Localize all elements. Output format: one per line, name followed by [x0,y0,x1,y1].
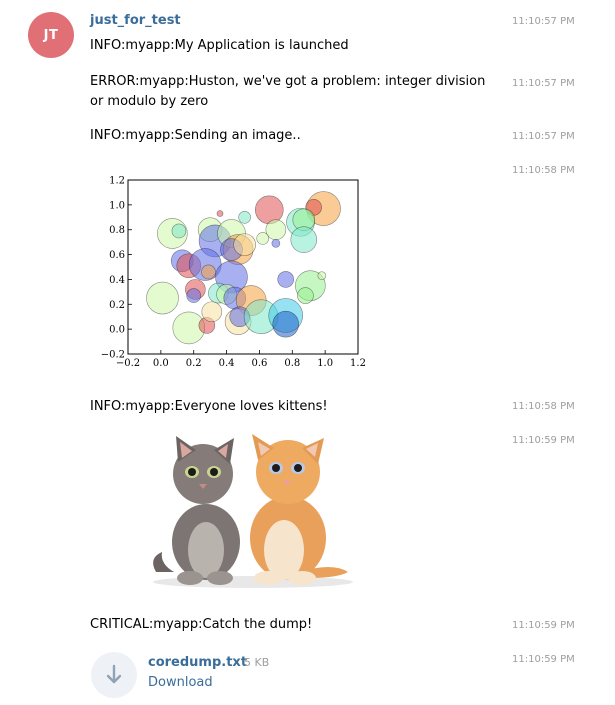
x-tick-label: 0.0 [153,358,169,369]
message-text: INFO:myapp:Sending an image.. [90,128,301,143]
data-point [290,226,318,253]
data-point [233,233,256,256]
y-tick-label: 0.4 [109,275,125,286]
download-arrow-icon [106,664,122,684]
scatter-chart-image[interactable]: −0.2−0.20.00.00.20.20.40.40.60.60.80.81.… [100,168,375,373]
sender-name[interactable]: just_for_test [90,13,181,28]
data-point [186,288,202,303]
data-point [265,219,287,241]
message-timestamp: 11:10:59 PM [512,620,575,631]
avatar[interactable]: JT [28,12,74,58]
avatar-initials: JT [43,27,59,43]
message-text: ERROR:myapp:Huston, we've got a problem:… [90,74,486,109]
message-text: INFO:myapp:My Application is launched [90,38,349,53]
y-tick-label: −0.2 [101,350,125,361]
file-size: 5 KB [244,656,270,669]
message-timestamp: 11:10:59 PM [512,654,575,665]
x-tick-label: 0.6 [251,358,267,369]
x-tick-label: 0.2 [186,358,202,369]
x-tick-label: 1.2 [350,358,366,369]
data-point [238,210,251,224]
message-timestamp: 11:10:57 PM [512,16,575,27]
data-point [297,287,314,304]
message-text: INFO:myapp:Everyone loves kittens! [90,399,328,414]
message-timestamp: 11:10:58 PM [512,401,575,412]
data-point [271,239,281,248]
y-tick-label: 0.8 [109,225,125,236]
data-point [277,271,295,288]
message-timestamp: 11:10:57 PM [512,78,575,89]
download-link[interactable]: Download [148,675,213,690]
file-download-button[interactable] [91,652,137,698]
message-text: CRITICAL:myapp:Catch the dump! [90,617,313,632]
message-timestamp: 11:10:57 PM [512,131,575,142]
x-tick-label: 0.8 [284,358,300,369]
x-tick-label: 0.4 [219,358,235,369]
y-tick-label: 1.2 [109,176,125,187]
data-point [171,223,187,239]
data-point [254,195,284,225]
data-point [272,310,300,338]
data-point [146,281,179,315]
y-tick-label: 0.0 [109,325,125,336]
y-tick-label: 0.6 [109,250,125,261]
data-point [256,232,270,245]
message-timestamp: 11:10:59 PM [512,435,575,446]
data-point [201,264,216,280]
y-tick-label: 0.2 [109,300,125,311]
kittens-photo[interactable] [148,432,358,592]
message-timestamp: 11:10:58 PM [512,165,575,176]
data-point [216,210,224,217]
data-point [317,271,327,280]
data-point [201,301,223,323]
x-tick-label: 1.0 [317,358,333,369]
file-name[interactable]: coredump.txt [148,655,247,670]
y-tick-label: 1.0 [109,200,125,211]
